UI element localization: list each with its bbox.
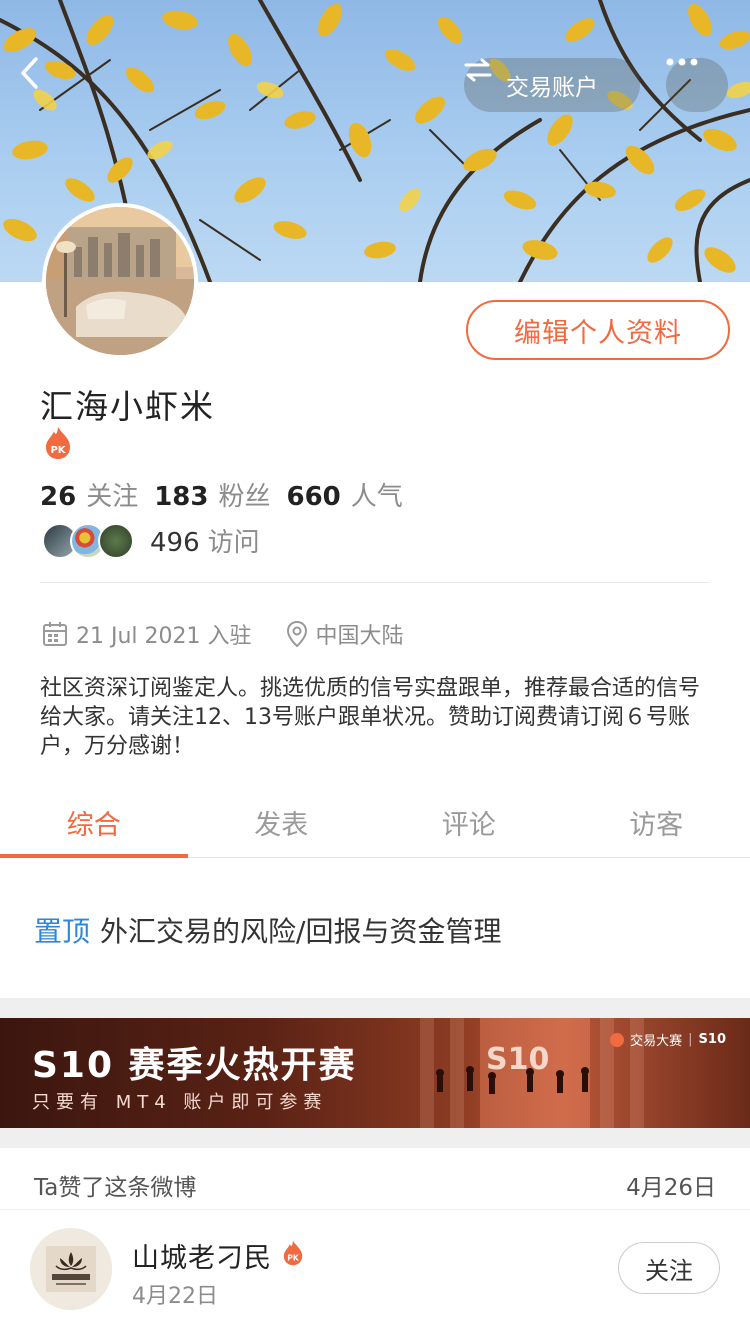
- follow-count[interactable]: 26: [40, 482, 76, 512]
- post-author-avatar[interactable]: [30, 1228, 112, 1310]
- visitor-summary[interactable]: 496 访问: [42, 522, 260, 559]
- tab-overview[interactable]: 综合: [0, 788, 188, 858]
- fans-label[interactable]: 粉丝: [218, 476, 270, 513]
- back-button[interactable]: [18, 56, 78, 112]
- trade-account-label: 交易账户: [506, 75, 598, 101]
- promo-subtitle: 只要有 MT4 账户即可参赛: [32, 1092, 328, 1113]
- promo-big-mark: S10: [486, 1042, 550, 1077]
- tab-comments[interactable]: 评论: [375, 788, 563, 857]
- location-pin-icon: [286, 620, 307, 648]
- profile-bio: 社区资深订阅鉴定人。挑选优质的信号实盘跟单，推荐最合适的信号给大家。请关注12、…: [40, 676, 701, 759]
- svg-text:PK: PK: [287, 1254, 300, 1263]
- more-dots-icon: [666, 58, 698, 66]
- username: 汇海小虾米: [40, 387, 215, 426]
- pk-badge-icon[interactable]: PK: [44, 426, 72, 464]
- pinned-title: 外汇交易的风险/回报与资金管理: [100, 915, 502, 948]
- follow-label[interactable]: 关注: [86, 476, 138, 513]
- swap-arrows-icon: [464, 58, 492, 82]
- calendar-icon: [43, 622, 67, 646]
- fans-count[interactable]: 183: [154, 482, 208, 512]
- promo-brand: 交易大赛 | S10: [610, 1030, 726, 1049]
- section-separator: [0, 1128, 750, 1148]
- tab-visitors[interactable]: 访客: [563, 788, 750, 857]
- join-date: 21 Jul 2021 入驻: [76, 624, 252, 649]
- promo-brand-season: S10: [698, 1032, 726, 1047]
- author-pk-badge-icon: PK: [282, 1240, 304, 1270]
- edit-profile-button[interactable]: 编辑个人资料: [466, 300, 730, 360]
- profile-stats: 26 关注 183 粉丝 660 人气: [40, 476, 409, 513]
- tab-posts[interactable]: 发表: [188, 788, 376, 857]
- promo-brand-label: 交易大赛: [630, 1034, 683, 1049]
- chevron-left-icon: [21, 57, 38, 89]
- follow-button[interactable]: 关注: [618, 1242, 720, 1294]
- visit-count-number: 496: [150, 528, 200, 558]
- avatar-image: [46, 207, 194, 355]
- more-button[interactable]: [666, 58, 728, 112]
- visit-count: 496 访问: [150, 522, 260, 559]
- visit-count-label: 访问: [207, 528, 260, 558]
- profile-meta: 21 Jul 2021 入驻 中国大陆: [42, 618, 404, 650]
- profile-page: 交易账户 编辑个人资料 汇海小虾米 PK 26 关注 183 粉丝 660 人气…: [0, 0, 750, 1334]
- avatar[interactable]: [42, 203, 198, 359]
- activity-label: Ta赞了这条微博: [34, 1175, 197, 1201]
- location: 中国大陆: [315, 624, 404, 649]
- pinned-post[interactable]: 置顶 外汇交易的风险/回报与资金管理: [34, 910, 501, 950]
- profile-tabs: 综合 发表 评论 访客: [0, 788, 750, 858]
- promo-banner[interactable]: S10 赛季火热开赛 只要有 MT4 账户即可参赛 S10 交易大赛 | S10: [0, 1018, 750, 1128]
- brand-logo-icon: [610, 1032, 625, 1047]
- lotus-logo-image: [30, 1228, 112, 1310]
- section-separator: [0, 998, 750, 1018]
- pinned-tag: 置顶: [34, 915, 91, 948]
- divider: [40, 582, 710, 583]
- promo-title: S10 赛季火热开赛: [32, 1045, 357, 1086]
- activity-date: 4月26日: [626, 1175, 716, 1201]
- svg-text:PK: PK: [50, 445, 66, 456]
- popularity-label: 人气: [350, 482, 403, 512]
- post-date: 4月22日: [132, 1284, 218, 1309]
- trade-account-button[interactable]: 交易账户: [464, 58, 640, 112]
- popularity-count: 660: [286, 482, 341, 512]
- visitor-avatar: [98, 522, 134, 559]
- activity-header: Ta赞了这条微博 4月26日: [0, 1148, 750, 1210]
- post-author-name[interactable]: 山城老刁民: [132, 1236, 272, 1275]
